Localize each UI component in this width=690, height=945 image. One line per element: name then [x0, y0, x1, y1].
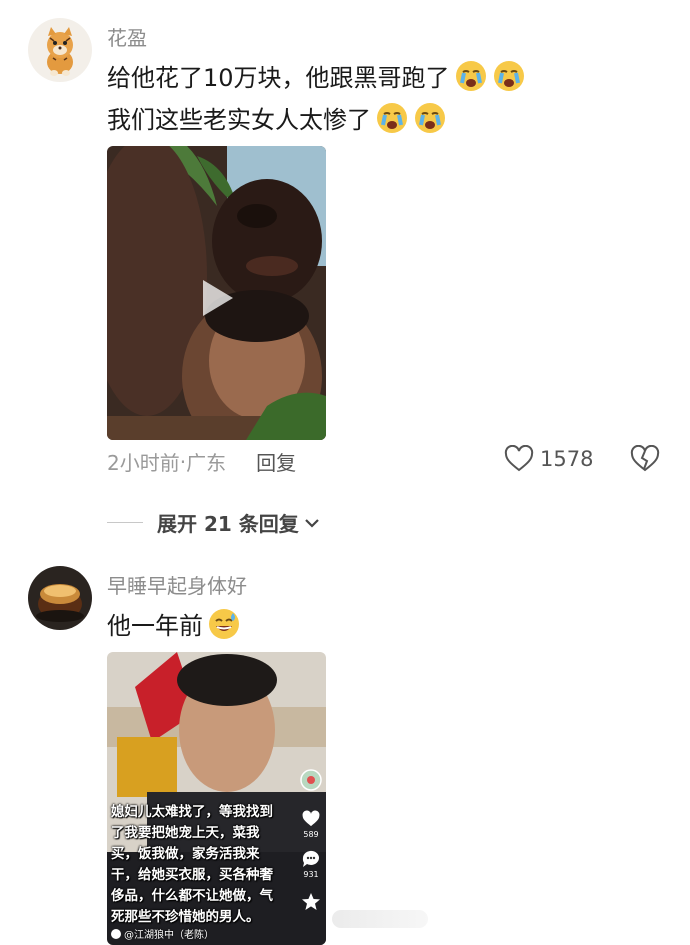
crying-face-icon	[455, 60, 486, 91]
heart-icon	[302, 810, 320, 827]
video-caption: 媳妇儿太难找了，等我找到了我要把她宠上天，菜我买，饭我做，家务活我来干，给她买衣…	[111, 804, 273, 925]
video-thumbnail[interactable]	[107, 146, 326, 440]
video-watermark: @江湖狼中（老陈）	[111, 926, 214, 941]
comment-location: 广东	[186, 451, 227, 475]
crying-face-icon	[377, 102, 407, 133]
watermark-text: @江湖狼中（老陈）	[124, 930, 214, 941]
avatar[interactable]	[28, 18, 92, 82]
crying-face-icon	[493, 60, 524, 91]
comment-text: 他一年前	[107, 612, 203, 640]
blurred-overlay	[332, 910, 428, 928]
broken-heart-icon	[630, 444, 660, 472]
creator-avatar-icon[interactable]	[300, 769, 322, 793]
chevron-down-icon	[304, 518, 319, 528]
comment-meta: 2小时前 · 广东 回复	[107, 447, 296, 476]
crying-face-icon	[415, 102, 445, 133]
video-like-count: 589	[303, 830, 319, 839]
expand-replies-label: 展开 21 条回复	[157, 512, 299, 536]
comment-username[interactable]: 花盈	[107, 22, 147, 51]
comment-text-line: 他一年前	[107, 606, 241, 641]
heart-icon	[504, 445, 534, 472]
comment-text-line: 我们这些老实女人太惨了	[107, 100, 447, 135]
comment-time: 2小时前	[107, 451, 180, 475]
video-comment-count: 931	[303, 870, 319, 879]
comment-username[interactable]: 早睡早起身体好	[107, 570, 247, 599]
dessert-avatar-icon	[28, 566, 92, 630]
video-favorite-button[interactable]	[300, 892, 322, 914]
comment-text: 给他花了10万块，他跟黑哥跑了	[107, 64, 450, 92]
avatar[interactable]	[28, 566, 92, 630]
divider	[107, 522, 143, 523]
video-thumbnail[interactable]: 媳妇儿太难找了，等我找到了我要把她宠上天，菜我买，饭我做，家务活我来干，给她买衣…	[107, 652, 326, 945]
like-button[interactable]: 1578	[504, 445, 593, 473]
star-icon	[302, 893, 320, 910]
video-like-button[interactable]: 589	[300, 810, 322, 839]
tiger-avatar-icon	[28, 18, 92, 82]
comment-bubble-icon	[302, 850, 319, 867]
grinning-sweat-face-icon	[209, 608, 239, 639]
comment-text-line: 给他花了10万块，他跟黑哥跑了	[107, 58, 526, 93]
dislike-button[interactable]	[630, 444, 660, 477]
play-icon[interactable]	[201, 278, 235, 318]
watermark-logo-icon	[111, 928, 121, 939]
like-count: 1578	[540, 447, 594, 471]
expand-replies-button[interactable]: 展开 21 条回复	[107, 508, 321, 537]
comment-text: 我们这些老实女人太惨了	[107, 106, 371, 134]
video-comment-button[interactable]: 931	[300, 850, 322, 879]
reply-button[interactable]: 回复	[256, 447, 296, 476]
